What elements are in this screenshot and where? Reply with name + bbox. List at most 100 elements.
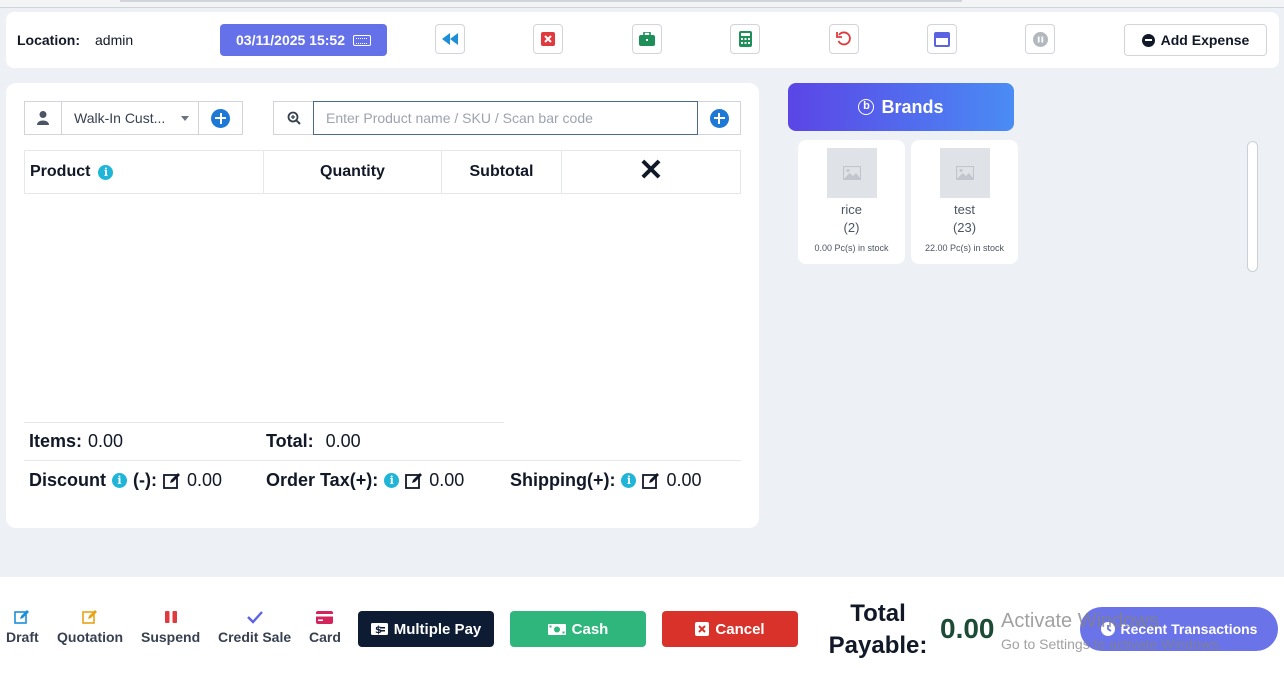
view-window-button[interactable] — [927, 24, 957, 54]
discount-summary: Discount i (-): 0.00 — [29, 470, 222, 491]
cart-panel: Walk-In Cust... Product i Quantity Subto… — [6, 83, 759, 528]
draft-button[interactable]: Draft — [6, 608, 39, 645]
brand-b-icon: b — [858, 99, 875, 115]
shipping-label: Shipping(+): — [510, 470, 616, 490]
calculator-button[interactable] — [730, 24, 760, 54]
money-icon: $ — [370, 623, 388, 635]
product-qty: (23) — [952, 220, 977, 235]
product-name: rice — [841, 202, 862, 217]
brands-button[interactable]: b Brands — [788, 83, 1014, 131]
datetime-button[interactable]: 03/11/2025 15:52 — [220, 24, 387, 56]
zoom-search-icon — [287, 111, 301, 125]
close-square-icon — [541, 32, 555, 46]
divider — [24, 422, 504, 423]
quotation-label: Quotation — [57, 629, 124, 645]
activation-watermark-title: Activate Windows — [1001, 610, 1159, 632]
briefcase-icon — [639, 32, 655, 46]
product-qty: (2) — [843, 220, 860, 235]
product-card[interactable]: test (23) 22.00 Pc(s) in stock — [911, 140, 1018, 264]
credit-sale-button[interactable]: Credit Sale — [218, 608, 291, 645]
cancel-label: Cancel — [715, 620, 765, 638]
card-button[interactable]: Card — [309, 608, 341, 645]
total-label: Total: — [266, 431, 314, 451]
items-summary: Items: 0.00 — [29, 431, 123, 452]
edit-icon — [14, 610, 30, 624]
items-label: Items: — [29, 431, 83, 451]
activation-watermark-subtitle: Go to Settings to activate Windows. — [1001, 636, 1222, 652]
close-square-icon — [695, 622, 710, 636]
window-icon — [934, 31, 950, 47]
discount-value: 0.00 — [187, 470, 223, 490]
edit-icon[interactable] — [163, 472, 181, 490]
info-icon[interactable]: i — [112, 473, 128, 488]
info-icon[interactable]: i — [621, 473, 637, 488]
product-search-group — [273, 101, 741, 135]
order-tax-value: 0.00 — [429, 470, 465, 490]
user-icon — [37, 111, 49, 125]
browser-top-strip — [0, 0, 1284, 8]
scrollbar[interactable] — [1247, 141, 1258, 272]
brands-label: Brands — [881, 96, 944, 117]
location-label: Location: — [17, 32, 80, 48]
pause-circle-icon — [1032, 31, 1048, 47]
col-product-label: Product — [30, 163, 91, 180]
go-back-button[interactable] — [435, 24, 465, 54]
product-stock: 22.00 Pc(s) in stock — [924, 243, 1005, 253]
check-icon — [246, 611, 263, 624]
cash-icon — [547, 623, 566, 635]
register-details-button[interactable] — [632, 24, 662, 54]
order-tax-summary: Order Tax(+): i 0.00 — [266, 470, 464, 491]
cash-button[interactable]: Cash — [510, 611, 646, 647]
cash-label: Cash — [571, 620, 609, 638]
add-expense-button[interactable]: Add Expense — [1124, 24, 1267, 56]
suspend-label: Suspend — [141, 629, 201, 645]
multiple-pay-button[interactable]: $ Multiple Pay — [358, 611, 494, 647]
customer-select[interactable]: Walk-In Cust... — [62, 102, 199, 134]
plus-circle-icon — [709, 108, 729, 128]
location-value: admin — [95, 32, 134, 48]
suspend-button[interactable]: Suspend — [141, 608, 200, 645]
keyboard-icon — [353, 34, 371, 46]
edit-icon — [82, 610, 98, 624]
datetime-text: 03/11/2025 15:52 — [236, 32, 345, 48]
product-image-placeholder — [826, 148, 877, 198]
add-customer-button[interactable] — [199, 102, 242, 134]
add-product-button[interactable] — [698, 102, 740, 134]
info-icon[interactable]: i — [384, 473, 400, 488]
remove-column-x-icon: ✕ — [638, 153, 664, 187]
info-icon[interactable]: i — [98, 164, 114, 180]
credit-card-icon — [316, 610, 334, 624]
pause-icon — [164, 611, 177, 623]
sell-return-button[interactable] — [829, 24, 859, 54]
col-quantity: Quantity — [264, 151, 442, 193]
plus-circle-icon — [211, 108, 230, 128]
customer-icon-box — [25, 102, 62, 134]
undo-icon — [836, 31, 851, 46]
customer-selector-group: Walk-In Cust... — [24, 101, 243, 135]
close-register-button[interactable] — [533, 24, 563, 54]
edit-icon[interactable] — [405, 472, 423, 490]
cancel-button[interactable]: Cancel — [662, 611, 798, 647]
col-product: Product i — [25, 151, 264, 193]
shipping-summary: Shipping(+): i 0.00 — [510, 470, 702, 491]
product-name: test — [954, 202, 975, 217]
discount-label: Discount — [29, 470, 107, 490]
fast-backward-icon — [442, 33, 458, 45]
pos-header: Location: admin 03/11/2025 15:52 Add Exp… — [6, 12, 1279, 68]
shipping-value: 0.00 — [666, 470, 702, 490]
cart-table-header: Product i Quantity Subtotal ✕ — [24, 150, 741, 194]
total-payable-label: Total Payable: — [828, 600, 928, 659]
product-search-input[interactable] — [313, 101, 698, 135]
quotation-button[interactable]: Quotation — [57, 608, 123, 645]
suspended-sales-button[interactable] — [1025, 24, 1055, 54]
search-icon-box — [274, 102, 313, 134]
credit-sale-label: Credit Sale — [218, 629, 292, 645]
pos-footer: Draft Quotation Suspend Credit Sale Card… — [0, 577, 1284, 681]
image-icon — [842, 166, 861, 180]
items-value: 0.00 — [88, 431, 124, 451]
edit-icon[interactable] — [642, 472, 660, 490]
total-value: 0.00 — [325, 431, 361, 451]
total-payable-value: 0.00 — [940, 613, 995, 644]
product-card[interactable]: rice (2) 0.00 Pc(s) in stock — [798, 140, 905, 264]
col-subtotal: Subtotal — [442, 151, 562, 193]
